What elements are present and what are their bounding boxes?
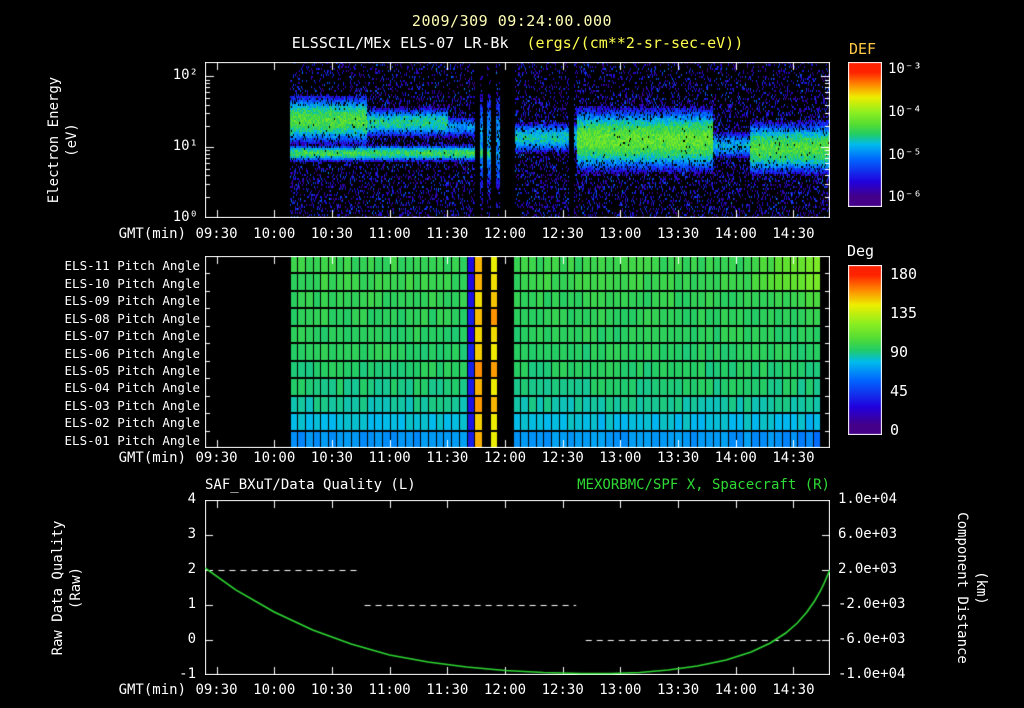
pitch-row-label: ELS-11 Pitch Angle (64, 258, 200, 274)
distance-tick-label: 1.0e+04 (838, 491, 898, 507)
energy-tick-label: 10¹ (172, 138, 198, 155)
gmt-axis-label: GMT(min) (118, 450, 186, 466)
distance-tick-label: -1.0e+04 (838, 666, 906, 682)
pitch-row-label: ELS-06 Pitch Angle (64, 345, 200, 361)
science-plot-screen: 2009/309 09:24:00.000 ELSSCIL/MEx ELS-07… (0, 0, 1024, 708)
time-tick-label: 14:00 (714, 682, 757, 698)
time-tick-label: 10:00 (253, 450, 296, 466)
gmt-axis-label: GMT(min) (118, 226, 186, 242)
time-tick-label: 14:30 (772, 226, 815, 242)
distance-tick-label: 6.0e+03 (838, 526, 898, 542)
pitch-row-label: ELS-07 Pitch Angle (64, 328, 200, 344)
deg-tick-label: 135 (890, 303, 918, 322)
time-tick-label: 14:00 (714, 450, 757, 466)
pitch-row-label: ELS-02 Pitch Angle (64, 415, 200, 431)
def-tick-label: 10⁻⁶ (888, 189, 922, 206)
energy-tick-label: 10⁰ (172, 209, 198, 225)
energy-axis-label: Electron Energy (46, 76, 62, 204)
time-tick-label: 11:30 (426, 682, 469, 698)
def-tick-label: 10⁻⁴ (888, 104, 922, 121)
deg-tick-label: 90 (890, 342, 909, 361)
time-tick-label: 13:00 (599, 226, 642, 242)
deg-tick-label: 180 (890, 264, 918, 283)
time-tick-label: 09:30 (195, 450, 238, 466)
quality-axis-unit: (Raw) (68, 566, 84, 610)
time-tick-label: 12:00 (483, 682, 527, 698)
panel3-titles: SAF_BXuT/Data Quality (L) MEXORBMC/SPF X… (205, 477, 830, 493)
time-tick-label: 09:30 (195, 682, 238, 698)
time-tick-label: 13:30 (656, 682, 700, 698)
def-tick-label: 10⁻⁵ (888, 146, 922, 163)
energy-axis-unit: (eV) (64, 123, 80, 157)
energy-spectrogram-canvas (205, 62, 830, 218)
pitch-row-label: ELS-03 Pitch Angle (64, 397, 200, 413)
quality-series-title: SAF_BXuT/Data Quality (L) (205, 477, 416, 493)
time-tick-label: 14:30 (772, 450, 815, 466)
quality-distance-canvas (205, 500, 830, 675)
pitch-row-label: ELS-08 Pitch Angle (64, 310, 200, 326)
energy-tick-label: 10² (172, 67, 198, 84)
pitch-angle-canvas (205, 256, 830, 448)
quality-axis-label: Raw Data Quality (50, 520, 66, 656)
time-tick-label: 12:00 (483, 226, 527, 242)
pitch-row-label: ELS-05 Pitch Angle (64, 362, 200, 378)
time-tick-label: 14:30 (772, 682, 815, 698)
def-colorbar-title: DEF (849, 40, 877, 58)
time-tick-label: 12:30 (541, 226, 584, 242)
gmt-axis-label: GMT(min) (118, 682, 186, 698)
pitch-row-label: ELS-09 Pitch Angle (64, 293, 200, 309)
time-tick-label: 11:00 (368, 450, 411, 466)
time-tick-label: 12:30 (541, 682, 584, 698)
time-tick-label: 09:30 (195, 226, 238, 242)
time-tick-label: 10:30 (310, 226, 353, 242)
time-tick-label: 11:00 (368, 682, 411, 698)
pitch-row-label: ELS-01 Pitch Angle (64, 432, 200, 448)
time-tick-label: 11:30 (426, 450, 469, 466)
distance-axis-unit: (km) (973, 571, 989, 605)
distance-axis-label: Component Distance (954, 512, 970, 664)
instrument-label: ELSSCIL/MEx ELS-07 LR-Bk (291, 34, 509, 52)
deg-colorbar-title: Deg (847, 242, 875, 260)
def-tick-label: 10⁻³ (888, 61, 922, 78)
deg-colorbar-canvas (848, 265, 882, 435)
time-tick-label: 13:30 (656, 450, 700, 466)
time-tick-label: 11:00 (368, 226, 411, 242)
time-tick-label: 12:00 (483, 450, 527, 466)
time-tick-label: 10:30 (310, 682, 353, 698)
deg-tick-label: 0 (890, 420, 900, 439)
time-tick-label: 13:30 (656, 226, 700, 242)
quality-tick-label: -1 (179, 666, 196, 682)
time-tick-label: 10:00 (253, 226, 296, 242)
time-tick-label: 14:00 (714, 226, 757, 242)
quality-tick-label: 4 (187, 491, 196, 507)
time-tick-label: 10:00 (253, 682, 296, 698)
time-tick-label: 13:00 (599, 682, 642, 698)
distance-tick-label: -2.0e+03 (838, 596, 906, 612)
page-title: 2009/309 09:24:00.000 (411, 12, 613, 30)
distance-tick-label: -6.0e+03 (838, 631, 906, 647)
quality-tick-label: 0 (187, 631, 196, 647)
distance-series-title: MEXORBMC/SPF X, Spacecraft (R) (577, 477, 830, 493)
pitch-row-label: ELS-04 Pitch Angle (64, 380, 200, 396)
quality-tick-label: 3 (187, 526, 196, 542)
def-colorbar-canvas (848, 62, 882, 207)
deg-tick-label: 45 (890, 381, 909, 400)
time-tick-label: 11:30 (426, 226, 469, 242)
distance-tick-label: 2.0e+03 (838, 561, 898, 577)
units-label: (ergs/(cm**2-sr-sec-eV)) (526, 34, 744, 52)
quality-tick-label: 2 (187, 561, 196, 577)
plot-subtitle: ELSSCIL/MEx ELS-07 LR-Bk (ergs/(cm**2-sr… (205, 34, 830, 52)
pitch-row-label: ELS-10 Pitch Angle (64, 275, 200, 291)
quality-tick-label: 1 (187, 596, 196, 612)
time-tick-label: 10:30 (310, 450, 353, 466)
time-tick-label: 12:30 (541, 450, 584, 466)
time-tick-label: 13:00 (599, 450, 642, 466)
